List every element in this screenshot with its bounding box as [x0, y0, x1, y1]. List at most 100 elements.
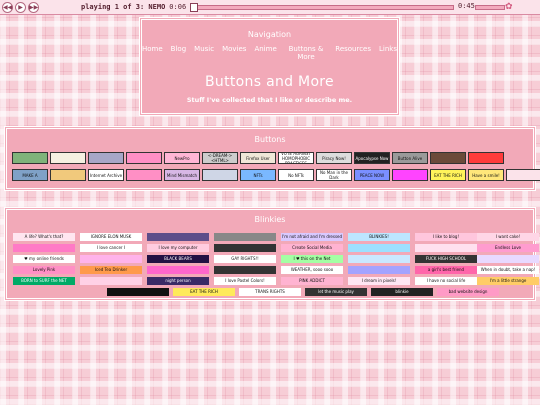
blinkie: I love my computer	[147, 244, 209, 252]
site-button[interactable]	[126, 169, 162, 181]
site-button[interactable]	[392, 169, 428, 181]
blinkie: PINK ADDICT	[281, 277, 343, 285]
page-subtitle: Stuff I've collected that I like or desc…	[186, 96, 353, 104]
site-button[interactable]: Firefox User	[240, 152, 276, 164]
blinkie: BLINKIES!	[348, 233, 410, 241]
seek-handle[interactable]	[190, 3, 198, 12]
blinkie	[80, 255, 142, 263]
seek-bar[interactable]	[192, 5, 454, 10]
blinkie: WEATHER, sooo sooo	[281, 266, 343, 274]
blinkies-panel: Blinkies A life? What's that? IGNORE ELON…	[4, 207, 539, 301]
play-button[interactable]: ▶	[15, 1, 26, 13]
site-button[interactable]: PEACE NOW	[354, 169, 390, 181]
site-button[interactable]: Internet Archive	[88, 169, 124, 181]
blinkie: I like to blog!	[415, 233, 477, 241]
bow-icon: ✿	[505, 2, 513, 12]
blinkie: EAT THE RICH	[173, 288, 235, 296]
volume-slider[interactable]	[475, 5, 505, 10]
blinkie: blinkie	[371, 288, 433, 296]
volume-readout: 0:45	[458, 2, 475, 10]
blinkie: I dream in pixels!	[348, 277, 410, 285]
nav-link-links[interactable]: Links	[379, 45, 397, 61]
blinkie: I love cancer I	[80, 244, 142, 252]
site-button[interactable]: VOTE AGAINST HOMOPHOBIC PRACTICES	[278, 152, 314, 164]
blinkie: BORN to SURF the NET	[13, 277, 75, 285]
site-button[interactable]: NFTs	[240, 169, 276, 181]
site-button[interactable]: NewPro	[164, 152, 200, 164]
blinkie: I'm not afraid and I'm dressed	[281, 233, 343, 241]
site-button[interactable]	[12, 152, 48, 164]
blinkie	[477, 255, 539, 263]
blinkie	[214, 266, 276, 274]
blinkie	[147, 266, 209, 274]
site-button[interactable]: EAT THE RICH	[430, 169, 466, 181]
blinkie: I'm a little strange	[477, 277, 539, 285]
blinkie	[107, 288, 169, 296]
blinkie	[80, 277, 142, 285]
blinkie: When in doubt, take a nap!	[477, 266, 539, 274]
blinkie: ♥ my online friends	[13, 255, 75, 263]
blinkie: I love Pastel Colors!	[214, 277, 276, 285]
next-button[interactable]: ▶▶	[28, 1, 39, 13]
blinkie	[348, 244, 410, 252]
nav-link-anime[interactable]: Anime	[254, 45, 276, 61]
blinkie: bad website design	[437, 288, 499, 296]
site-button[interactable]	[468, 152, 504, 164]
blinkie: Iced Tea Drinker	[80, 266, 142, 274]
music-player: ◀◀ ▶ ▶▶ playing 1 of 3: NEMO 0:06 0:45 ✿	[0, 0, 540, 15]
nav-link-music[interactable]: Music	[194, 45, 214, 61]
blinkie	[214, 233, 276, 241]
site-button[interactable]	[506, 169, 540, 181]
blinkie: a girl's best friend	[415, 266, 477, 274]
blinkie: Endless Love	[477, 244, 539, 252]
nav-link-resources[interactable]: Resources	[335, 45, 371, 61]
nav-link-home[interactable]: Home	[142, 45, 163, 61]
blinkie	[13, 244, 75, 252]
site-button[interactable]	[50, 169, 86, 181]
site-button[interactable]	[430, 152, 466, 164]
site-button[interactable]: Mind Mismatch	[164, 169, 200, 181]
blinkie: GAY RIGHTS!!	[214, 255, 276, 263]
blinkie: Lovely Pink	[13, 266, 75, 274]
page-title: Buttons and More	[205, 74, 334, 90]
blinkie: I ♥ this on the Net	[281, 255, 343, 263]
buttons-panel: Buttons NewPro <-DREAM-> <HTML> Firefox Us…	[4, 126, 540, 191]
nav-link-blog[interactable]: Blog	[171, 45, 186, 61]
site-button[interactable]: No NFTs	[278, 169, 314, 181]
buttons-grid: NewPro <-DREAM-> <HTML> Firefox User VOTE A…	[7, 129, 540, 188]
track-time: 0:06	[169, 3, 187, 11]
blinkie: FUCK HIGH SCHOOL	[415, 255, 477, 263]
site-button[interactable]: <-DREAM-> <HTML>	[202, 152, 238, 164]
blinkies-grid: A life? What's that? IGNORE ELON MUSK I'm …	[7, 210, 539, 298]
nav-title: Navigation	[247, 30, 292, 39]
blinkie: A life? What's that?	[13, 233, 75, 241]
blinkie: I have no social life	[415, 277, 477, 285]
blinkie	[348, 266, 410, 274]
blinkie	[348, 255, 410, 263]
blinkie: Create Social Media	[281, 244, 343, 252]
blinkie: IGNORE ELON MUSK	[80, 233, 142, 241]
site-button[interactable]: No Man in the Dark	[316, 169, 352, 181]
site-button[interactable]: Piracy Now!	[316, 152, 352, 164]
nav-link-movies[interactable]: Movies	[222, 45, 246, 61]
previous-button[interactable]: ◀◀	[2, 1, 13, 13]
site-button[interactable]: Have a smile!	[468, 169, 504, 181]
blinkie: I want cake!	[477, 233, 539, 241]
blinkie: TRANS RIGHTS	[239, 288, 301, 296]
site-button[interactable]	[126, 152, 162, 164]
nav-link-buttons-more[interactable]: Buttons & More	[285, 45, 328, 61]
nav-bar: Home Blog Music Movies Anime Buttons & M…	[142, 45, 397, 61]
blinkie: BLACK BEARS	[147, 255, 209, 263]
site-button[interactable]	[50, 152, 86, 164]
blinkie	[214, 244, 276, 252]
track-info: playing 1 of 3: NEMO	[81, 3, 166, 11]
site-button[interactable]: Apocalypse Now	[354, 152, 390, 164]
blinkie: let the music play	[305, 288, 367, 296]
blinkie: night person	[147, 277, 209, 285]
site-button[interactable]: Button Alive	[392, 152, 428, 164]
site-button[interactable]	[202, 169, 238, 181]
site-button[interactable]: MAKE A	[12, 169, 48, 181]
site-header: Navigation Home Blog Music Movies Anime …	[139, 17, 400, 116]
site-button[interactable]	[88, 152, 124, 164]
blinkie	[147, 233, 209, 241]
